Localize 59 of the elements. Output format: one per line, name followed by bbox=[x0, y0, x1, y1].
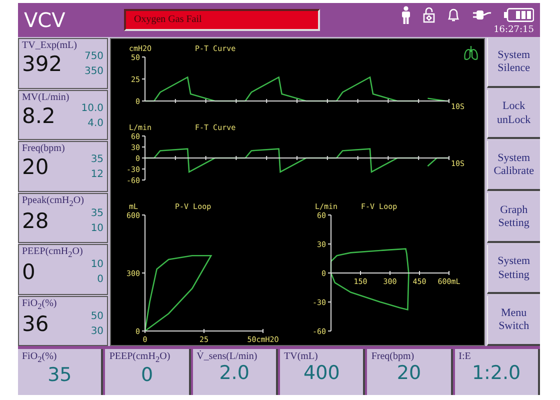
setting-tile[interactable]: FiO$_{2}$(%) 35 bbox=[18, 349, 104, 395]
lower-limit: 10 bbox=[90, 222, 104, 234]
setting-value: 35 bbox=[46, 364, 73, 386]
measured-value: 28 bbox=[22, 208, 49, 232]
lower-limit: 12 bbox=[90, 169, 104, 180]
y-axis bbox=[141, 56, 146, 102]
lower-limit: 30 bbox=[90, 326, 104, 336]
setting-tile[interactable]: V̇_sens(L/min) 2.0 bbox=[192, 349, 278, 395]
parameter-label: FiO$_{2}$(%) bbox=[22, 298, 58, 310]
upper-limit: 35 bbox=[90, 208, 104, 218]
mode-label: VCV bbox=[24, 8, 66, 32]
setting-label: TV(mL) bbox=[284, 351, 319, 362]
setting-tile[interactable]: Freq(bpm) 20 bbox=[367, 349, 453, 395]
setting-label: FiO$_{2}$(%) bbox=[22, 351, 58, 364]
setting-label: Freq(bpm) bbox=[371, 351, 416, 362]
side-menu-button[interactable]: Menu Switch bbox=[486, 296, 540, 346]
upper-limit: 50 bbox=[90, 310, 104, 322]
setting-value: 20 bbox=[396, 362, 422, 384]
setting-label: V̇_sens(L/min) bbox=[196, 351, 258, 362]
lock-icon bbox=[423, 6, 435, 22]
side-menu-button[interactable]: System Setting bbox=[486, 244, 540, 294]
setting-label: PEEP(cmH$_{2}$O) bbox=[109, 351, 172, 364]
measured-value: 20 bbox=[22, 155, 49, 179]
lower-limit: 0 bbox=[96, 274, 104, 285]
measured-value: 8.2 bbox=[22, 104, 56, 128]
setting-tile[interactable]: I:E 1:2.0 bbox=[454, 349, 540, 395]
side-menu-button[interactable]: Graph Setting bbox=[486, 193, 540, 243]
y-axis bbox=[141, 136, 146, 180]
lower-limit: 350 bbox=[84, 66, 104, 77]
setting-tile[interactable]: TV(mL) 400 bbox=[280, 349, 366, 395]
setting-tile[interactable]: PEEP(cmH$_{2}$O) 0 bbox=[105, 349, 191, 395]
clock-time: 16:27:15 bbox=[494, 24, 534, 34]
parameter-label: TV_Exp(mL) bbox=[22, 40, 78, 51]
lower-limit: 4.0 bbox=[86, 118, 104, 128]
parameter-label: Ppeak(cmH$_{2}$O) bbox=[22, 194, 85, 208]
setting-value: 2.0 bbox=[218, 362, 250, 384]
upper-limit: 10.0 bbox=[81, 102, 104, 114]
battery-icon bbox=[504, 8, 534, 22]
lungs-icon bbox=[464, 45, 478, 61]
setting-label: I:E bbox=[458, 351, 472, 362]
upper-limit: 10 bbox=[90, 259, 104, 270]
upper-limit: 35 bbox=[90, 154, 104, 165]
measured-value: 36 bbox=[22, 312, 49, 336]
upper-limit: 750 bbox=[84, 51, 104, 62]
setting-value: 400 bbox=[302, 362, 341, 384]
side-menu-button[interactable]: System Calibrate bbox=[486, 141, 540, 192]
person-icon bbox=[401, 6, 411, 24]
parameter-label: MV(L/min) bbox=[22, 92, 70, 102]
setting-value: 1:2.0 bbox=[470, 362, 522, 384]
bell-icon bbox=[447, 8, 460, 22]
measured-value: 392 bbox=[22, 52, 62, 76]
parameter-label: Freq(bpm) bbox=[22, 143, 66, 154]
side-menu-button[interactable]: Lock unLock bbox=[486, 90, 540, 140]
alarm-banner: Oxygen Gas Fail bbox=[124, 9, 320, 31]
measured-value: 0 bbox=[22, 260, 36, 284]
plug-icon bbox=[472, 8, 492, 20]
setting-value: 0 bbox=[140, 364, 154, 386]
parameter-label: PEEP(cmH$_{2}$O) bbox=[22, 246, 84, 259]
side-menu-button[interactable]: System Silence bbox=[486, 38, 540, 88]
